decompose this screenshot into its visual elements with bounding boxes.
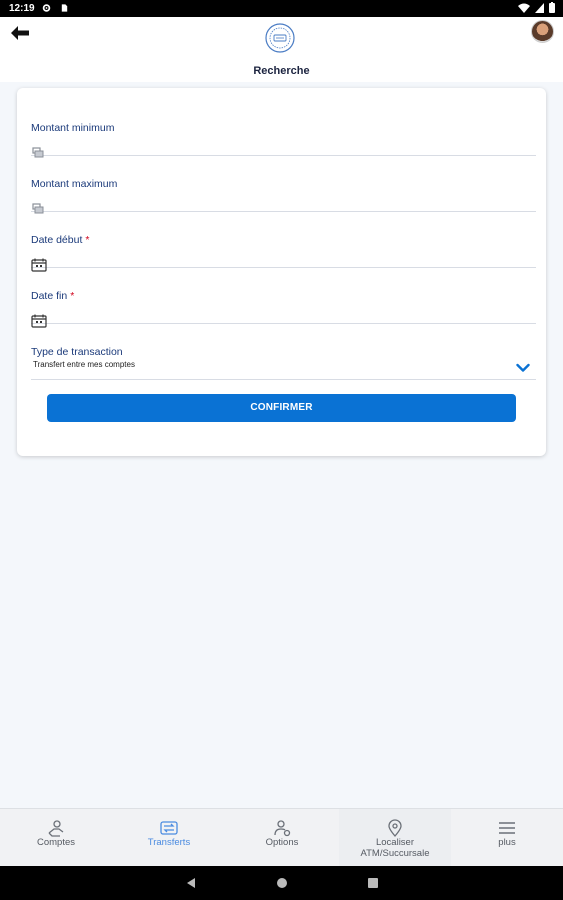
sim-status-icon bbox=[61, 4, 68, 12]
end-date-label: Date fin * bbox=[31, 290, 75, 302]
accounts-icon bbox=[48, 820, 64, 837]
options-icon bbox=[274, 820, 291, 837]
page-title: Recherche bbox=[253, 65, 310, 77]
start-date-label: Date début * bbox=[31, 234, 90, 246]
nav-item-options[interactable]: Options bbox=[226, 809, 338, 867]
bank-seal-icon bbox=[265, 23, 295, 53]
system-home-icon[interactable] bbox=[276, 877, 288, 889]
location-pin-icon bbox=[388, 819, 402, 837]
max-amount-field[interactable]: Montant maximum bbox=[31, 156, 536, 214]
nav-item-plus[interactable]: plus bbox=[451, 809, 563, 867]
nav-item-localiser[interactable]: Localiser ATM/Succursale bbox=[339, 809, 451, 867]
max-amount-label: Montant maximum bbox=[31, 178, 118, 190]
bottom-nav: Comptes Transferts Options Localiser ATM… bbox=[0, 808, 563, 867]
app-header: Recherche bbox=[0, 17, 563, 82]
settings-status-icon bbox=[42, 4, 51, 12]
nav-label: plus bbox=[498, 837, 516, 848]
end-date-field[interactable]: Date fin * bbox=[31, 268, 536, 328]
nav-item-comptes[interactable]: Comptes bbox=[0, 809, 112, 867]
start-date-field[interactable]: Date début * bbox=[31, 212, 536, 272]
required-mark: * bbox=[70, 290, 75, 302]
min-amount-field[interactable]: Montant minimum bbox=[31, 100, 536, 158]
back-arrow-icon[interactable] bbox=[10, 25, 30, 41]
chevron-down-icon[interactable] bbox=[516, 363, 530, 373]
status-right bbox=[518, 2, 555, 13]
nav-label: Transferts bbox=[147, 837, 191, 848]
transaction-type-value: Transfert entre mes comptes bbox=[33, 360, 135, 369]
search-form-card: Montant minimum Montant maximum Date déb… bbox=[17, 88, 546, 456]
system-back-icon[interactable] bbox=[185, 877, 197, 889]
nav-item-transferts[interactable]: Transferts bbox=[113, 809, 225, 867]
nav-label: Comptes bbox=[36, 837, 75, 848]
wifi-icon bbox=[518, 3, 530, 13]
transaction-type-label: Type de transaction bbox=[31, 346, 123, 358]
transfer-icon bbox=[160, 821, 178, 835]
required-mark: * bbox=[85, 234, 90, 246]
avatar[interactable] bbox=[531, 20, 554, 43]
menu-icon bbox=[499, 822, 515, 834]
min-amount-label: Montant minimum bbox=[31, 122, 115, 134]
system-nav-bar bbox=[0, 866, 563, 900]
signal-icon bbox=[535, 2, 544, 13]
nav-label: Options bbox=[265, 837, 299, 848]
status-time: 12:19 bbox=[9, 3, 35, 14]
transaction-type-select[interactable]: Type de transaction Transfert entre mes … bbox=[31, 324, 536, 380]
confirm-button[interactable]: CONFIRMER bbox=[47, 394, 516, 422]
status-bar: 12:19 bbox=[0, 0, 563, 17]
system-recents-icon[interactable] bbox=[367, 877, 379, 889]
nav-label: Localiser ATM/Succursale bbox=[360, 837, 430, 859]
battery-icon bbox=[549, 2, 555, 13]
